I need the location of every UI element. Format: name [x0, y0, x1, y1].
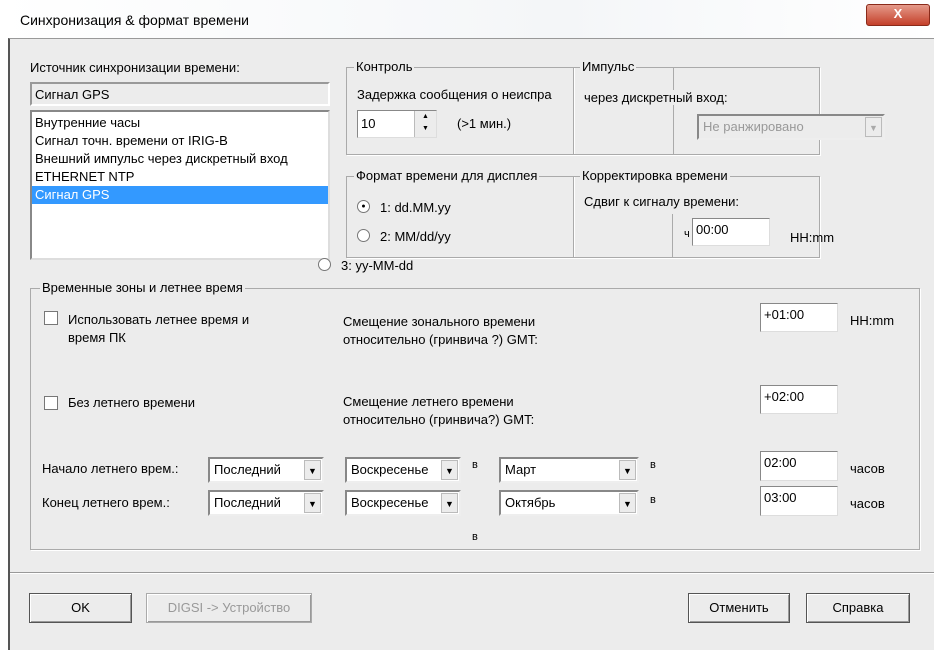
shift-label: Сдвиг к сигналу времени: — [584, 194, 739, 209]
dst-start-unit: часов — [850, 461, 885, 476]
format-radio-2[interactable] — [357, 229, 370, 242]
delay-label: Задержка сообщения о неиспра — [357, 87, 552, 102]
delay-hint: (>1 мин.) — [457, 116, 512, 131]
delay-spinner[interactable]: 10 ▲ ▼ — [357, 110, 437, 138]
spinner-arrows-icon[interactable]: ▲ ▼ — [414, 111, 436, 137]
help-button[interactable]: Справка — [806, 593, 910, 623]
source-current-field: Сигнал GPS — [30, 82, 330, 106]
dst-end-at-label: в — [650, 494, 656, 506]
shift-unit: HH:mm — [790, 230, 835, 245]
divider — [673, 68, 674, 154]
digsi-to-device-button: DIGSI -> Устройство — [146, 593, 312, 623]
shift-prefix: ч — [684, 228, 690, 240]
list-item[interactable]: ETHERNET NTP — [32, 168, 328, 186]
chevron-down-icon[interactable]: ▼ — [304, 460, 321, 480]
chevron-down-icon[interactable]: ▼ — [304, 493, 321, 513]
dst-start-time-input[interactable]: 02:00 — [760, 451, 838, 481]
correction-title: Корректировка времени — [580, 168, 730, 183]
impulse-group — [573, 67, 820, 155]
zone-offset-label-line2: относительно (гринвича ?) GMT: — [343, 332, 538, 347]
dst-end-week-value: Последний — [214, 495, 281, 510]
dst-offset-label-line1: Смещение летнего времени — [343, 394, 514, 409]
dst-start-day-value: Воскресенье — [351, 462, 429, 477]
divider — [672, 214, 673, 257]
list-item[interactable]: Сигнал точн. времени от IRIG-B — [32, 132, 328, 150]
format-radio-1[interactable]: ● — [357, 200, 370, 213]
impulse-input-label: через дискретный вход: — [584, 90, 728, 105]
dst-end-month-select[interactable]: Октябрь ▼ — [499, 490, 639, 516]
dst-start-day-select[interactable]: Воскресенье ▼ — [345, 457, 461, 483]
format-option-3[interactable]: 3: yy-MM-dd — [341, 258, 413, 273]
chevron-down-icon[interactable]: ▼ — [441, 460, 458, 480]
stray-in-label: в — [472, 531, 478, 543]
dst-offset-label: Смещение летнего времени относительно (гр… — [343, 393, 534, 429]
impulse-input-value: Не ранжировано — [703, 119, 804, 134]
ok-button[interactable]: OK — [29, 593, 132, 623]
format-group — [346, 176, 574, 258]
list-item[interactable]: Внешний импульс через дискретный вход — [32, 150, 328, 168]
cancel-button[interactable]: Отменить — [688, 593, 790, 623]
use-dst-label-line1: Использовать летнее время и — [68, 312, 250, 327]
source-label: Источник синхронизации времени: — [30, 60, 240, 75]
dst-end-time-input[interactable]: 03:00 — [760, 486, 838, 516]
zones-title: Временные зоны и летнее время — [40, 280, 245, 295]
list-item-selected[interactable]: Сигнал GPS — [32, 186, 328, 204]
dst-start-week-select[interactable]: Последний ▼ — [208, 457, 324, 483]
dst-start-month-value: Март — [505, 462, 537, 477]
dst-end-unit: часов — [850, 496, 885, 511]
window-title: Синхронизация & формат времени — [20, 12, 249, 28]
dst-offset-label-line2: относительно (гринвича?) GMT: — [343, 412, 535, 427]
format-option-1[interactable]: 1: dd.MM.yy — [380, 200, 451, 215]
zone-offset-unit: HH:mm — [850, 313, 895, 328]
format-radio-3[interactable] — [318, 258, 331, 271]
dst-end-month-value: Октябрь — [505, 495, 556, 510]
no-dst-checkbox[interactable] — [44, 396, 58, 410]
dst-start-label: Начало летнего врем.: — [42, 461, 179, 476]
chevron-down-icon[interactable]: ▼ — [441, 493, 458, 513]
control-title: Контроль — [354, 59, 415, 74]
chevron-down-icon[interactable]: ▼ — [619, 493, 636, 513]
dst-end-label: Конец летнего врем.: — [42, 495, 170, 510]
chevron-down-icon: ▼ — [865, 117, 882, 137]
list-item[interactable]: Внутренние часы — [32, 114, 328, 132]
zone-offset-label-line1: Смещение зонального времени — [343, 314, 536, 329]
dst-start-in-label: в — [472, 459, 478, 471]
source-listbox[interactable]: Внутренние часы Сигнал точн. времени от … — [30, 110, 330, 260]
dst-start-month-select[interactable]: Март ▼ — [499, 457, 639, 483]
format-title: Формат времени для дисплея — [354, 168, 540, 183]
dst-start-at-label: в — [650, 459, 656, 471]
separator — [10, 572, 934, 574]
delay-value: 10 — [361, 116, 376, 131]
dst-end-week-select[interactable]: Последний ▼ — [208, 490, 324, 516]
use-dst-label: Использовать летнее время и время ПК — [68, 311, 249, 347]
close-button[interactable]: X — [866, 4, 930, 26]
no-dst-label: Без летнего времени — [68, 395, 196, 410]
shift-input[interactable]: 00:00 — [692, 218, 770, 246]
dst-end-day-value: Воскресенье — [351, 495, 429, 510]
impulse-title: Импульс — [580, 59, 637, 74]
dst-offset-input[interactable]: +02:00 — [760, 385, 838, 414]
use-dst-label-line2: время ПК — [68, 330, 126, 345]
zone-offset-label: Смещение зонального времени относительно … — [343, 313, 538, 349]
format-option-2[interactable]: 2: MM/dd/yy — [380, 229, 451, 244]
dst-end-day-select[interactable]: Воскресенье ▼ — [345, 490, 461, 516]
chevron-down-icon[interactable]: ▼ — [619, 460, 636, 480]
dst-start-week-value: Последний — [214, 462, 281, 477]
impulse-input-dropdown: Не ранжировано ▼ — [697, 114, 885, 140]
use-dst-checkbox[interactable] — [44, 311, 58, 325]
zone-offset-input[interactable]: +01:00 — [760, 303, 838, 332]
